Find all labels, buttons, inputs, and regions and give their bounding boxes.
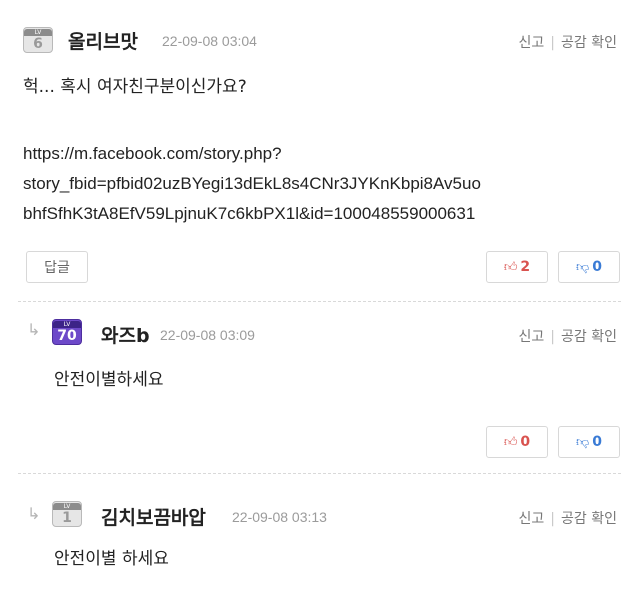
level-number: 70 [57,328,77,344]
empathy-check-link[interactable]: 공감 확인 [561,511,617,527]
nickname[interactable]: 김치보끔바압 [101,503,206,530]
dislike-count: 0 [592,434,602,450]
link-line[interactable]: bhfSfhK3tA8EfV59LpjnuK7c6kbPX1l&id=10004… [23,199,623,229]
like-count: 0 [520,434,531,450]
timestamp: 22-09-08 03:13 [232,509,327,525]
reply-button-label: 답글 [44,260,70,276]
separator: | [550,35,556,51]
thumb-up-icon: 👍︎ [503,259,518,275]
separator: | [550,329,556,345]
level-badge-icon: LV 6 [23,27,53,53]
nickname[interactable]: 와즈b [101,321,150,348]
like-count: 2 [520,259,531,275]
nickname[interactable]: 올리브맛 [68,27,138,54]
comment-text: 헉... 혹시 여자친구분이신가요? [23,77,247,97]
like-button[interactable]: 👍︎ 2 [486,251,548,283]
separator: | [550,511,556,527]
level-tag: LV [53,503,81,510]
comment-actions: 신고 | 공감 확인 [519,32,617,52]
link-line[interactable]: https://m.facebook.com/story.php? [23,139,623,169]
comment-reply: ↳ LV 1 김치보끔바압 22-09-08 03:13 신고 | 공감 확인 안전… [0,474,639,600]
reply-button[interactable]: 답글 [26,251,88,283]
empathy-check-link[interactable]: 공감 확인 [561,329,617,345]
report-link[interactable]: 신고 [519,511,545,527]
comment-actions: 신고 | 공감 확인 [519,326,617,346]
level-tag: LV [53,321,81,328]
thumb-up-icon: 👍︎ [503,434,518,450]
level-tag: LV [24,29,52,36]
dislike-count: 0 [592,259,602,275]
timestamp: 22-09-08 03:09 [160,327,255,343]
comment-text: 안전이별하세요 [54,370,164,390]
comment-text: 안전이별 하세요 [54,549,169,569]
timestamp: 22-09-08 03:04 [162,33,257,49]
empathy-check-link[interactable]: 공감 확인 [561,35,617,51]
reply-arrow-icon: ↳ [27,320,41,339]
like-button[interactable]: 👍︎ 0 [486,426,548,458]
level-badge-icon: LV 70 [52,319,82,345]
dislike-button[interactable]: 👎︎ 0 [558,251,620,283]
thumb-down-icon: 👎︎ [576,434,590,450]
level-badge-icon: LV 1 [52,501,82,527]
level-number: 1 [62,510,72,526]
level-number: 6 [33,36,43,52]
reply-arrow-icon: ↳ [27,504,41,523]
report-link[interactable]: 신고 [519,329,545,345]
comment-actions: 신고 | 공감 확인 [519,508,617,528]
comment-reply: ↳ LV 70 와즈b 22-09-08 03:09 신고 | 공감 확인 안전이별… [0,302,639,474]
thumb-down-icon: 👎︎ [576,259,590,275]
link-line[interactable]: story_fbid=pfbid02uzBYegi13dEkL8s4CNr3JY… [23,169,623,199]
comment: LV 6 올리브맛 22-09-08 03:04 신고 | 공감 확인 헉... 혹… [0,0,639,302]
report-link[interactable]: 신고 [519,35,545,51]
comment-link[interactable]: https://m.facebook.com/story.php? story_… [23,139,623,229]
dislike-button[interactable]: 👎︎ 0 [558,426,620,458]
